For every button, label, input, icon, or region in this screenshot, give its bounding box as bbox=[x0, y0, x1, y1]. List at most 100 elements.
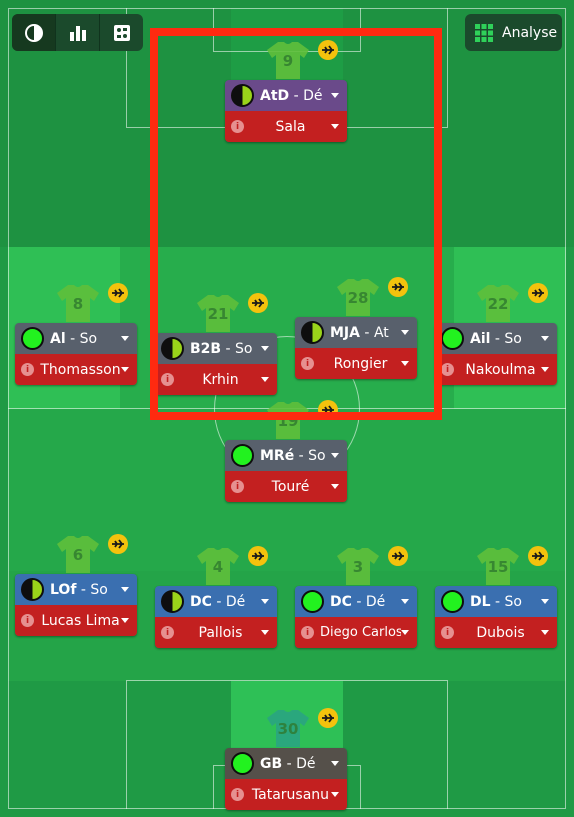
condition-indicator bbox=[301, 590, 324, 613]
role-dropdown[interactable]: MRé - So bbox=[225, 440, 347, 471]
info-icon[interactable]: i bbox=[21, 363, 34, 376]
info-icon[interactable]: i bbox=[21, 614, 34, 627]
shirt-number: 22 bbox=[487, 295, 509, 313]
player-card: DC - Dé i Pallois bbox=[155, 586, 277, 648]
role-label: DC - Dé bbox=[190, 593, 246, 610]
role-dropdown[interactable]: Al - So bbox=[15, 323, 137, 354]
player-name-dropdown[interactable]: i Lucas Lima bbox=[15, 605, 137, 636]
player-name-dropdown[interactable]: i Diego Carlos bbox=[295, 617, 417, 648]
stats-view-button[interactable] bbox=[56, 14, 100, 51]
condition-indicator bbox=[441, 590, 464, 613]
bar-chart-icon bbox=[69, 25, 86, 41]
player-name: Dubois bbox=[476, 624, 525, 641]
info-icon[interactable]: i bbox=[441, 626, 454, 639]
view-toolbar bbox=[12, 14, 143, 51]
role-dropdown[interactable]: DC - Dé bbox=[155, 586, 277, 617]
player-name-dropdown[interactable]: i Touré bbox=[225, 471, 347, 502]
grid-icon bbox=[475, 23, 493, 42]
role-dropdown[interactable]: GB - Dé bbox=[225, 748, 347, 779]
chevron-down-icon bbox=[121, 367, 129, 372]
chevron-down-icon bbox=[541, 336, 549, 341]
condition-indicator bbox=[231, 752, 254, 775]
airplane-icon[interactable] bbox=[528, 546, 548, 566]
airplane-icon[interactable] bbox=[388, 546, 408, 566]
info-icon[interactable]: i bbox=[161, 626, 174, 639]
role-label: LOf - So bbox=[50, 581, 108, 598]
player-name-dropdown[interactable]: i Thomasson bbox=[15, 354, 137, 385]
tactics-pitch: Analyse 9 AtD - Dé i Sala 8 Al - So i Thomasson… bbox=[0, 0, 574, 817]
player-name: Pallois bbox=[198, 624, 243, 641]
role-label: MRé - So bbox=[260, 447, 326, 464]
role-dropdown[interactable]: LOf - So bbox=[15, 574, 137, 605]
role-label: Ail - So bbox=[470, 330, 522, 347]
condition-indicator bbox=[441, 327, 464, 350]
shirt-icon: 8 bbox=[56, 283, 100, 323]
chevron-down-icon bbox=[331, 453, 339, 458]
shirt-icon: 30 bbox=[266, 708, 310, 748]
player-name: Lucas Lima bbox=[41, 612, 120, 629]
contrast-icon bbox=[24, 23, 43, 42]
contrast-view-button[interactable] bbox=[12, 14, 56, 51]
player-name-dropdown[interactable]: i Dubois bbox=[435, 617, 557, 648]
shirt-icon: 15 bbox=[476, 546, 520, 586]
shirt-number: 3 bbox=[352, 558, 364, 576]
airplane-icon[interactable] bbox=[248, 546, 268, 566]
player-name-dropdown[interactable]: i Pallois bbox=[155, 617, 277, 648]
tactics-view-button[interactable] bbox=[100, 14, 143, 51]
role-dropdown[interactable]: DL - So bbox=[435, 586, 557, 617]
role-label: DL - So bbox=[470, 593, 522, 610]
chevron-down-icon bbox=[261, 630, 269, 635]
role-label: GB - Dé bbox=[260, 755, 316, 772]
info-icon[interactable]: i bbox=[231, 788, 244, 801]
player-name: Thomasson bbox=[40, 361, 121, 378]
player-name-dropdown[interactable]: i Nakoulma bbox=[435, 354, 557, 385]
player-name: Diego Carlos bbox=[320, 625, 401, 640]
player-card: Al - So i Thomasson bbox=[15, 323, 137, 385]
shirt-icon: 6 bbox=[56, 534, 100, 574]
role-dropdown[interactable]: DC - Dé bbox=[295, 586, 417, 617]
info-icon[interactable]: i bbox=[231, 480, 244, 493]
shirt-number: 15 bbox=[487, 558, 509, 576]
player-name: Nakoulma bbox=[465, 361, 536, 378]
role-label: DC - Dé bbox=[330, 593, 386, 610]
chevron-down-icon bbox=[401, 599, 409, 604]
chevron-down-icon bbox=[261, 599, 269, 604]
player-card: DC - Dé i Diego Carlos bbox=[295, 586, 417, 648]
shirt-icon: 22 bbox=[476, 283, 520, 323]
info-icon[interactable]: i bbox=[441, 363, 454, 376]
chevron-down-icon bbox=[541, 630, 549, 635]
player-card: MRé - So i Touré bbox=[225, 440, 347, 502]
role-label: Al - So bbox=[50, 330, 98, 347]
chevron-down-icon bbox=[401, 630, 409, 635]
analyse-label: Analyse bbox=[502, 24, 558, 41]
info-icon[interactable]: i bbox=[301, 626, 314, 639]
tactics-icon bbox=[113, 24, 130, 41]
shirt-icon: 4 bbox=[196, 546, 240, 586]
player-name-dropdown[interactable]: i Tatarusanu bbox=[225, 779, 347, 810]
chevron-down-icon bbox=[541, 367, 549, 372]
shirt-number: 8 bbox=[72, 295, 84, 313]
shirt-number: 6 bbox=[72, 546, 84, 564]
player-card: LOf - So i Lucas Lima bbox=[15, 574, 137, 636]
chevron-down-icon bbox=[331, 761, 339, 766]
analyse-button[interactable]: Analyse bbox=[465, 14, 562, 51]
condition-indicator bbox=[21, 327, 44, 350]
condition-indicator bbox=[21, 578, 44, 601]
highlight-box bbox=[150, 28, 442, 420]
chevron-down-icon bbox=[331, 792, 339, 797]
airplane-icon[interactable] bbox=[318, 708, 338, 728]
airplane-icon[interactable] bbox=[108, 283, 128, 303]
chevron-down-icon bbox=[121, 587, 129, 592]
player-card: Ail - So i Nakoulma bbox=[435, 323, 557, 385]
player-card: GB - Dé i Tatarusanu bbox=[225, 748, 347, 810]
airplane-icon[interactable] bbox=[528, 283, 548, 303]
shirt-icon: 3 bbox=[336, 546, 380, 586]
player-name: Tatarusanu bbox=[251, 786, 330, 803]
chevron-down-icon bbox=[121, 336, 129, 341]
chevron-down-icon bbox=[121, 618, 129, 623]
player-card: DL - So i Dubois bbox=[435, 586, 557, 648]
shirt-number: 30 bbox=[277, 720, 299, 738]
role-dropdown[interactable]: Ail - So bbox=[435, 323, 557, 354]
airplane-icon[interactable] bbox=[108, 534, 128, 554]
condition-indicator bbox=[161, 590, 184, 613]
